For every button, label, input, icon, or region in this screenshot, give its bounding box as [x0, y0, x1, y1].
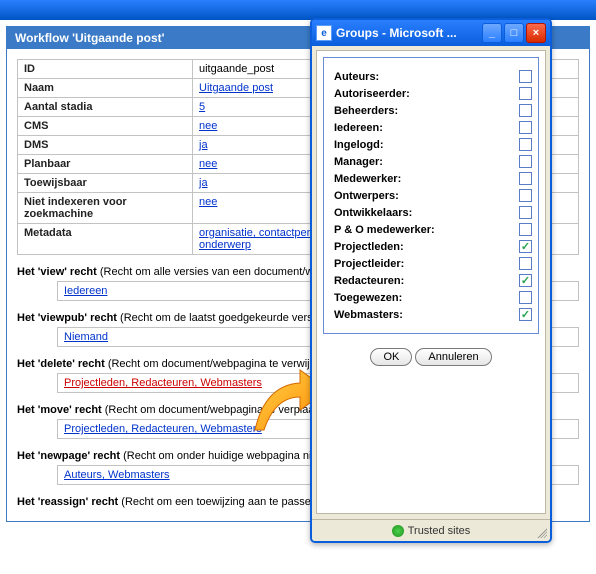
cancel-button[interactable]: Annuleren: [415, 348, 491, 366]
group-label: Auteurs:: [334, 71, 379, 83]
group-row: Iedereen:: [334, 119, 532, 136]
right-view-title-bold: Het 'view' recht: [17, 266, 97, 278]
group-label: Manager:: [334, 156, 383, 168]
group-label: Beheerders:: [334, 105, 398, 117]
group-label: Ontwikkelaars:: [334, 207, 412, 219]
group-row: Medewerker:: [334, 170, 532, 187]
group-checkbox[interactable]: ✓: [519, 240, 532, 253]
prop-label-niet-index: Niet indexeren voor zoekmachine: [18, 193, 193, 224]
maximize-button[interactable]: □: [504, 23, 524, 43]
status-text: Trusted sites: [408, 525, 471, 537]
group-checkbox[interactable]: [519, 70, 532, 83]
group-row: Ontwerpers:: [334, 187, 532, 204]
group-label: Iedereen:: [334, 122, 383, 134]
right-viewpub-title-bold: Het 'viewpub' recht: [17, 312, 117, 324]
group-row: Ontwikkelaars:: [334, 204, 532, 221]
group-checkbox[interactable]: ✓: [519, 308, 532, 321]
group-checkbox[interactable]: [519, 87, 532, 100]
ok-button[interactable]: OK: [370, 348, 412, 366]
right-viewpub-groups[interactable]: Niemand: [64, 331, 108, 343]
group-list: Auteurs: Autoriseerder: Beheerders: Iederee…: [323, 57, 539, 334]
prop-label-metadata: Metadata: [18, 224, 193, 255]
popup-body: Auteurs: Autoriseerder: Beheerders: Iederee…: [316, 50, 546, 514]
group-row: Auteurs:: [334, 68, 532, 85]
minimize-button[interactable]: _: [482, 23, 502, 43]
group-checkbox[interactable]: [519, 138, 532, 151]
group-label: P & O medewerker:: [334, 224, 435, 236]
group-checkbox[interactable]: [519, 104, 532, 117]
group-checkbox[interactable]: [519, 172, 532, 185]
right-reassign-title-bold: Het 'reassign' recht: [17, 496, 118, 508]
popup-title: Groups - Microsoft ...: [336, 26, 482, 40]
link-naam[interactable]: Uitgaande post: [199, 82, 273, 94]
link-toewijsbaar[interactable]: ja: [199, 177, 208, 189]
trusted-sites-icon: [392, 525, 404, 537]
group-row: Redacteuren: ✓: [334, 272, 532, 289]
group-row: Projectleden: ✓: [334, 238, 532, 255]
resize-grip-icon[interactable]: [535, 526, 547, 538]
right-newpage-title-bold: Het 'newpage' recht: [17, 450, 120, 462]
group-row: Webmasters: ✓: [334, 306, 532, 323]
right-delete-title-bold: Het 'delete' recht: [17, 358, 105, 370]
group-checkbox[interactable]: [519, 206, 532, 219]
group-label: Medewerker:: [334, 173, 401, 185]
link-stadia[interactable]: 5: [199, 101, 205, 113]
right-move-groups[interactable]: Projectleden, Redacteuren, Webmasters: [64, 423, 262, 435]
groups-popup-window: e Groups - Microsoft ... _ □ × Auteurs:A…: [310, 18, 552, 543]
link-cms[interactable]: nee: [199, 120, 217, 132]
right-view-groups[interactable]: Iedereen: [64, 285, 107, 297]
group-row: Projectleider:: [334, 255, 532, 272]
link-niet-index[interactable]: nee: [199, 196, 217, 208]
group-label: Autoriseerder:: [334, 88, 410, 100]
group-checkbox[interactable]: [519, 257, 532, 270]
group-label: Projectleden:: [334, 241, 404, 253]
group-row: Beheerders:: [334, 102, 532, 119]
right-delete-title-rest: (Recht om document/webpagina te verwijde…: [105, 358, 342, 370]
link-planbaar[interactable]: nee: [199, 158, 217, 170]
right-delete-groups[interactable]: Projectleden, Redacteuren, Webmasters: [64, 377, 262, 389]
group-checkbox[interactable]: [519, 155, 532, 168]
group-row: Toegewezen:: [334, 289, 532, 306]
right-move-title-bold: Het 'move' recht: [17, 404, 102, 416]
group-label: Toegewezen:: [334, 292, 402, 304]
link-dms[interactable]: ja: [199, 139, 208, 151]
right-newpage-groups[interactable]: Auteurs, Webmasters: [64, 469, 170, 481]
group-checkbox[interactable]: ✓: [519, 274, 532, 287]
prop-label-toewijsbaar: Toewijsbaar: [18, 174, 193, 193]
prop-label-id: ID: [18, 60, 193, 79]
window-top-bar: [0, 0, 596, 20]
prop-label-dms: DMS: [18, 136, 193, 155]
prop-label-stadia: Aantal stadia: [18, 98, 193, 117]
ie-app-icon: e: [316, 25, 332, 41]
group-row: P & O medewerker:: [334, 221, 532, 238]
prop-label-cms: CMS: [18, 117, 193, 136]
group-label: Projectleider:: [334, 258, 404, 270]
right-move-title-rest: (Recht om document/webpagina te verplaat…: [102, 404, 339, 416]
group-checkbox[interactable]: [519, 121, 532, 134]
close-button[interactable]: ×: [526, 23, 546, 43]
group-row: Autoriseerder:: [334, 85, 532, 102]
group-checkbox[interactable]: [519, 189, 532, 202]
prop-label-naam: Naam: [18, 79, 193, 98]
prop-label-planbaar: Planbaar: [18, 155, 193, 174]
group-checkbox[interactable]: [519, 291, 532, 304]
group-label: Ontwerpers:: [334, 190, 399, 202]
group-label: Webmasters:: [334, 309, 403, 321]
group-row: Manager:: [334, 153, 532, 170]
group-label: Ingelogd:: [334, 139, 384, 151]
group-checkbox[interactable]: [519, 223, 532, 236]
popup-titlebar[interactable]: e Groups - Microsoft ... _ □ ×: [312, 20, 550, 46]
group-label: Redacteuren:: [334, 275, 404, 287]
group-row: Ingelogd:: [334, 136, 532, 153]
popup-status-bar: Trusted sites: [312, 519, 550, 541]
